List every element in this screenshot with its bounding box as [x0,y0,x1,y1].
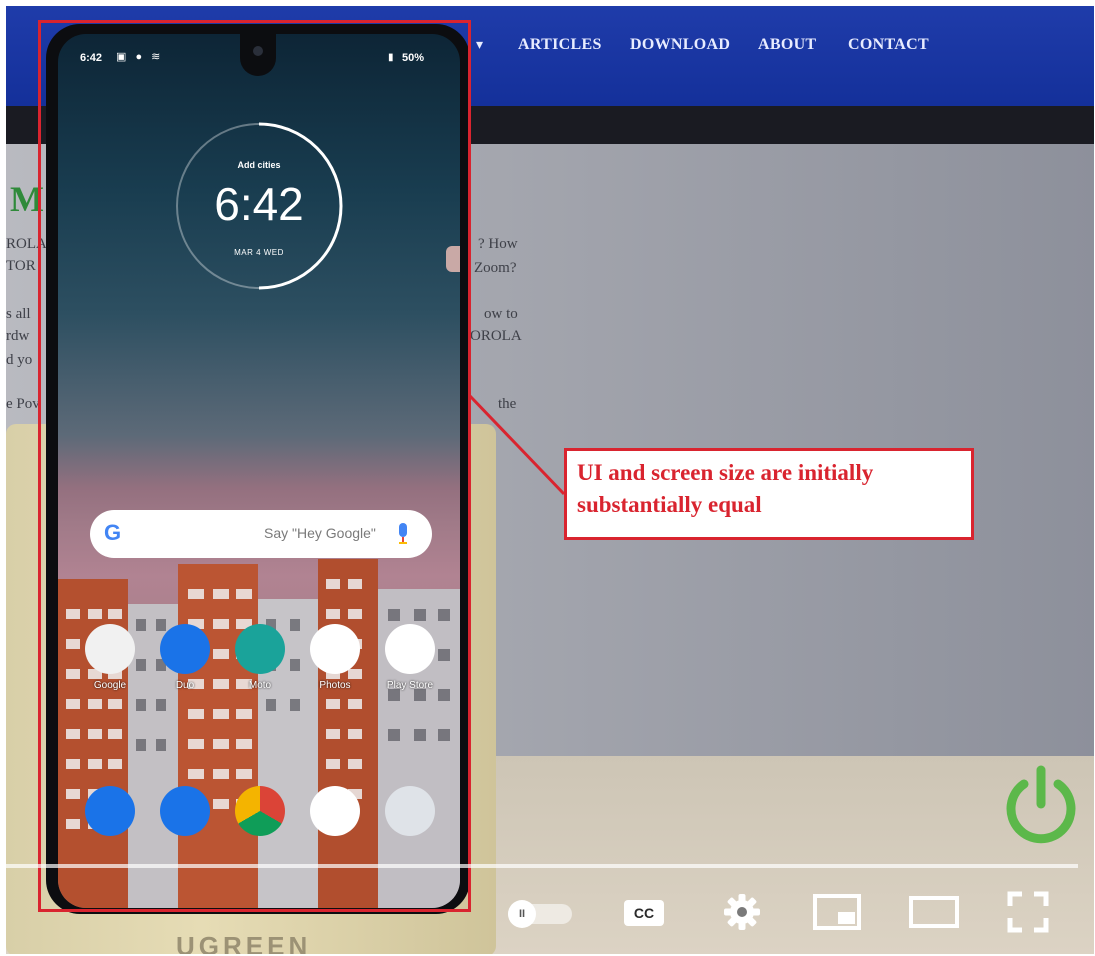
website-text: rdw [6,328,30,344]
nav-caret: ▾ [476,36,484,52]
annotation-callout: UI and screen size are initially substan… [564,448,974,540]
nav-link-contact: CONTACT [848,36,929,53]
website-text: TOR [6,258,36,274]
website-text: OROLA [470,328,522,344]
captions-button[interactable]: CC [624,890,668,934]
theater-mode-icon[interactable] [908,890,960,934]
website-text: the [498,396,517,412]
power-icon [1006,765,1076,844]
website-text: Zoom? [474,260,517,276]
annotation-highlight-box [38,20,471,912]
annotation-line-2: substantially equal [577,492,762,517]
progress-bar[interactable] [6,864,1078,868]
website-text: d yo [6,352,33,368]
fullscreen-icon[interactable] [1006,890,1050,934]
website-text: ? How [478,236,518,252]
website-text: s all [6,306,31,322]
stand-brand: UGREEN [176,931,312,954]
cc-icon: CC [624,900,664,926]
nav-link-articles: ARTICLES [518,36,602,53]
website-text: e Pov [6,396,40,412]
website-text: ow to [484,306,518,322]
miniplayer-icon[interactable] [812,890,862,934]
nav-link-about: ABOUT [758,36,817,53]
settings-icon[interactable] [722,890,762,934]
video-frame[interactable]: ▾ ARTICLES DOWNLOAD ABOUT CONTACT M ROLA… [6,6,1094,954]
nav-link-download: DOWNLOAD [630,36,731,53]
autoplay-knob: II [508,900,536,928]
annotation-line-1: UI and screen size are initially [577,460,874,485]
autoplay-toggle[interactable]: II [508,900,572,928]
